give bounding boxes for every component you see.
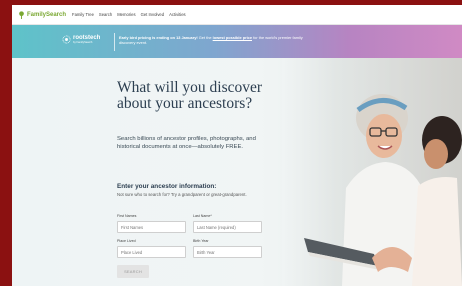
tree-icon	[19, 10, 24, 19]
place-lived-label: Place Lived	[117, 239, 136, 243]
birth-year-label: Birth Year	[193, 239, 209, 243]
familysearch-logo[interactable]: FamilySearch	[18, 10, 67, 19]
promo-banner[interactable]: rootstech by FamilySearch Early bird pri…	[12, 25, 462, 58]
birth-year-input[interactable]	[193, 246, 262, 258]
top-nav: FamilySearch Family Tree Search Memories…	[12, 5, 462, 25]
page: FamilySearch Family Tree Search Memories…	[12, 5, 462, 286]
place-lived-input[interactable]	[117, 246, 186, 258]
form-title: Enter your ancestor information:	[117, 183, 217, 190]
hero-section: What will you discover about your ancest…	[12, 58, 462, 286]
last-name-label: Last Name*	[193, 214, 212, 218]
nav-family-tree[interactable]: Family Tree	[72, 12, 94, 17]
rootstech-icon	[62, 35, 71, 44]
banner-link[interactable]: lowest possible price	[213, 35, 252, 40]
banner-divider	[114, 33, 115, 51]
hero-description: Search billions of ancestor profiles, ph…	[117, 136, 256, 150]
form-help-text: Not sure who to search for? Try a grandp…	[117, 192, 247, 197]
nav-get-involved[interactable]: Get Involved	[141, 12, 165, 17]
nav-activities[interactable]: Activities	[169, 12, 186, 17]
hero-photo	[282, 58, 462, 286]
last-name-input[interactable]	[193, 221, 262, 233]
search-button[interactable]: SEARCH	[117, 265, 149, 278]
nav-memories[interactable]: Memories	[117, 12, 135, 17]
grandmother-child-reading-image	[304, 94, 462, 286]
rootstech-logo: rootstech by FamilySearch	[62, 35, 100, 44]
first-name-input[interactable]	[117, 221, 186, 233]
first-name-label: First Names	[117, 214, 137, 218]
hero-title: What will you discover about your ancest…	[117, 79, 263, 112]
banner-text: Early bird pricing is ending on 13 Janua…	[119, 35, 319, 45]
rootstech-sub: by FamilySearch	[73, 41, 93, 44]
nav-search[interactable]: Search	[99, 12, 112, 17]
logo-text: FamilySearch	[27, 11, 67, 18]
banner-text-before: Get the	[197, 35, 213, 40]
